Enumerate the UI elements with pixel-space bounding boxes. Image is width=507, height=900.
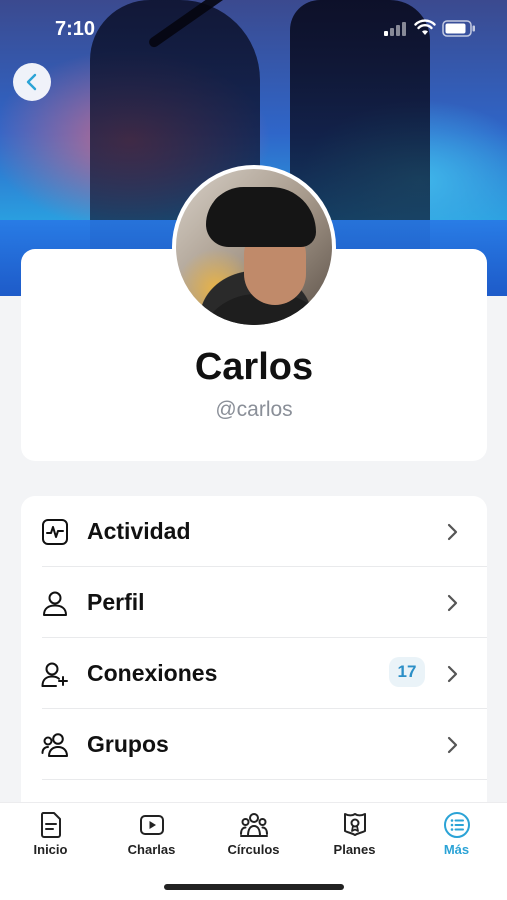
tab-label: Círculos bbox=[227, 842, 280, 857]
tab-label: Inicio bbox=[33, 842, 68, 857]
menu-item-label: Actividad bbox=[87, 518, 191, 544]
back-button[interactable] bbox=[13, 63, 51, 101]
divider bbox=[42, 779, 487, 780]
wifi-icon bbox=[414, 19, 436, 35]
chevron-right-icon bbox=[447, 736, 458, 754]
tab-inicio[interactable]: Inicio bbox=[0, 803, 101, 867]
menu-item-label: Perfil bbox=[87, 589, 145, 615]
chevron-right-icon bbox=[447, 523, 458, 541]
battery-icon bbox=[442, 20, 475, 37]
menu-item-actividad[interactable]: Actividad bbox=[21, 496, 487, 567]
menu-item-grupos[interactable]: Grupos bbox=[21, 709, 487, 780]
profile-name: Carlos bbox=[194, 346, 314, 388]
tab-planes[interactable]: Planes bbox=[304, 803, 405, 867]
tab-label: Charlas bbox=[127, 842, 176, 857]
users-icon bbox=[41, 733, 68, 757]
menu-item-conexiones[interactable]: Conexiones 17 bbox=[21, 638, 487, 709]
cellular-signal-icon bbox=[384, 22, 406, 36]
document-icon bbox=[40, 812, 61, 838]
chevron-right-icon bbox=[447, 594, 458, 612]
list-icon bbox=[444, 812, 470, 838]
plans-icon bbox=[344, 813, 366, 836]
connections-count-badge: 17 bbox=[389, 657, 425, 687]
avatar[interactable] bbox=[172, 165, 336, 329]
menu-item-label: Conexiones bbox=[87, 660, 218, 686]
chevron-right-icon bbox=[447, 665, 458, 683]
group-icon bbox=[240, 813, 268, 837]
user-icon bbox=[43, 591, 67, 616]
tab-label: Planes bbox=[333, 842, 376, 857]
menu-item-label: Grupos bbox=[87, 731, 169, 757]
tab-charlas[interactable]: Charlas bbox=[101, 803, 202, 867]
menu-list: Actividad Perfil Conexiones 17 Grupos bbox=[21, 496, 487, 806]
home-indicator[interactable] bbox=[164, 884, 344, 890]
status-time: 7:10 bbox=[55, 18, 96, 40]
play-icon bbox=[140, 815, 164, 835]
tab-label: Más bbox=[443, 842, 470, 857]
chevron-left-icon bbox=[26, 73, 37, 91]
tab-mas[interactable]: Más bbox=[406, 803, 507, 867]
avatar-hair bbox=[206, 187, 316, 247]
activity-icon bbox=[42, 519, 68, 545]
status-bar: 7:10 bbox=[0, 0, 507, 58]
menu-item-perfil[interactable]: Perfil bbox=[21, 567, 487, 638]
tab-circulos[interactable]: Círculos bbox=[203, 803, 304, 867]
user-plus-icon bbox=[41, 662, 68, 687]
profile-handle: @carlos bbox=[215, 398, 293, 421]
